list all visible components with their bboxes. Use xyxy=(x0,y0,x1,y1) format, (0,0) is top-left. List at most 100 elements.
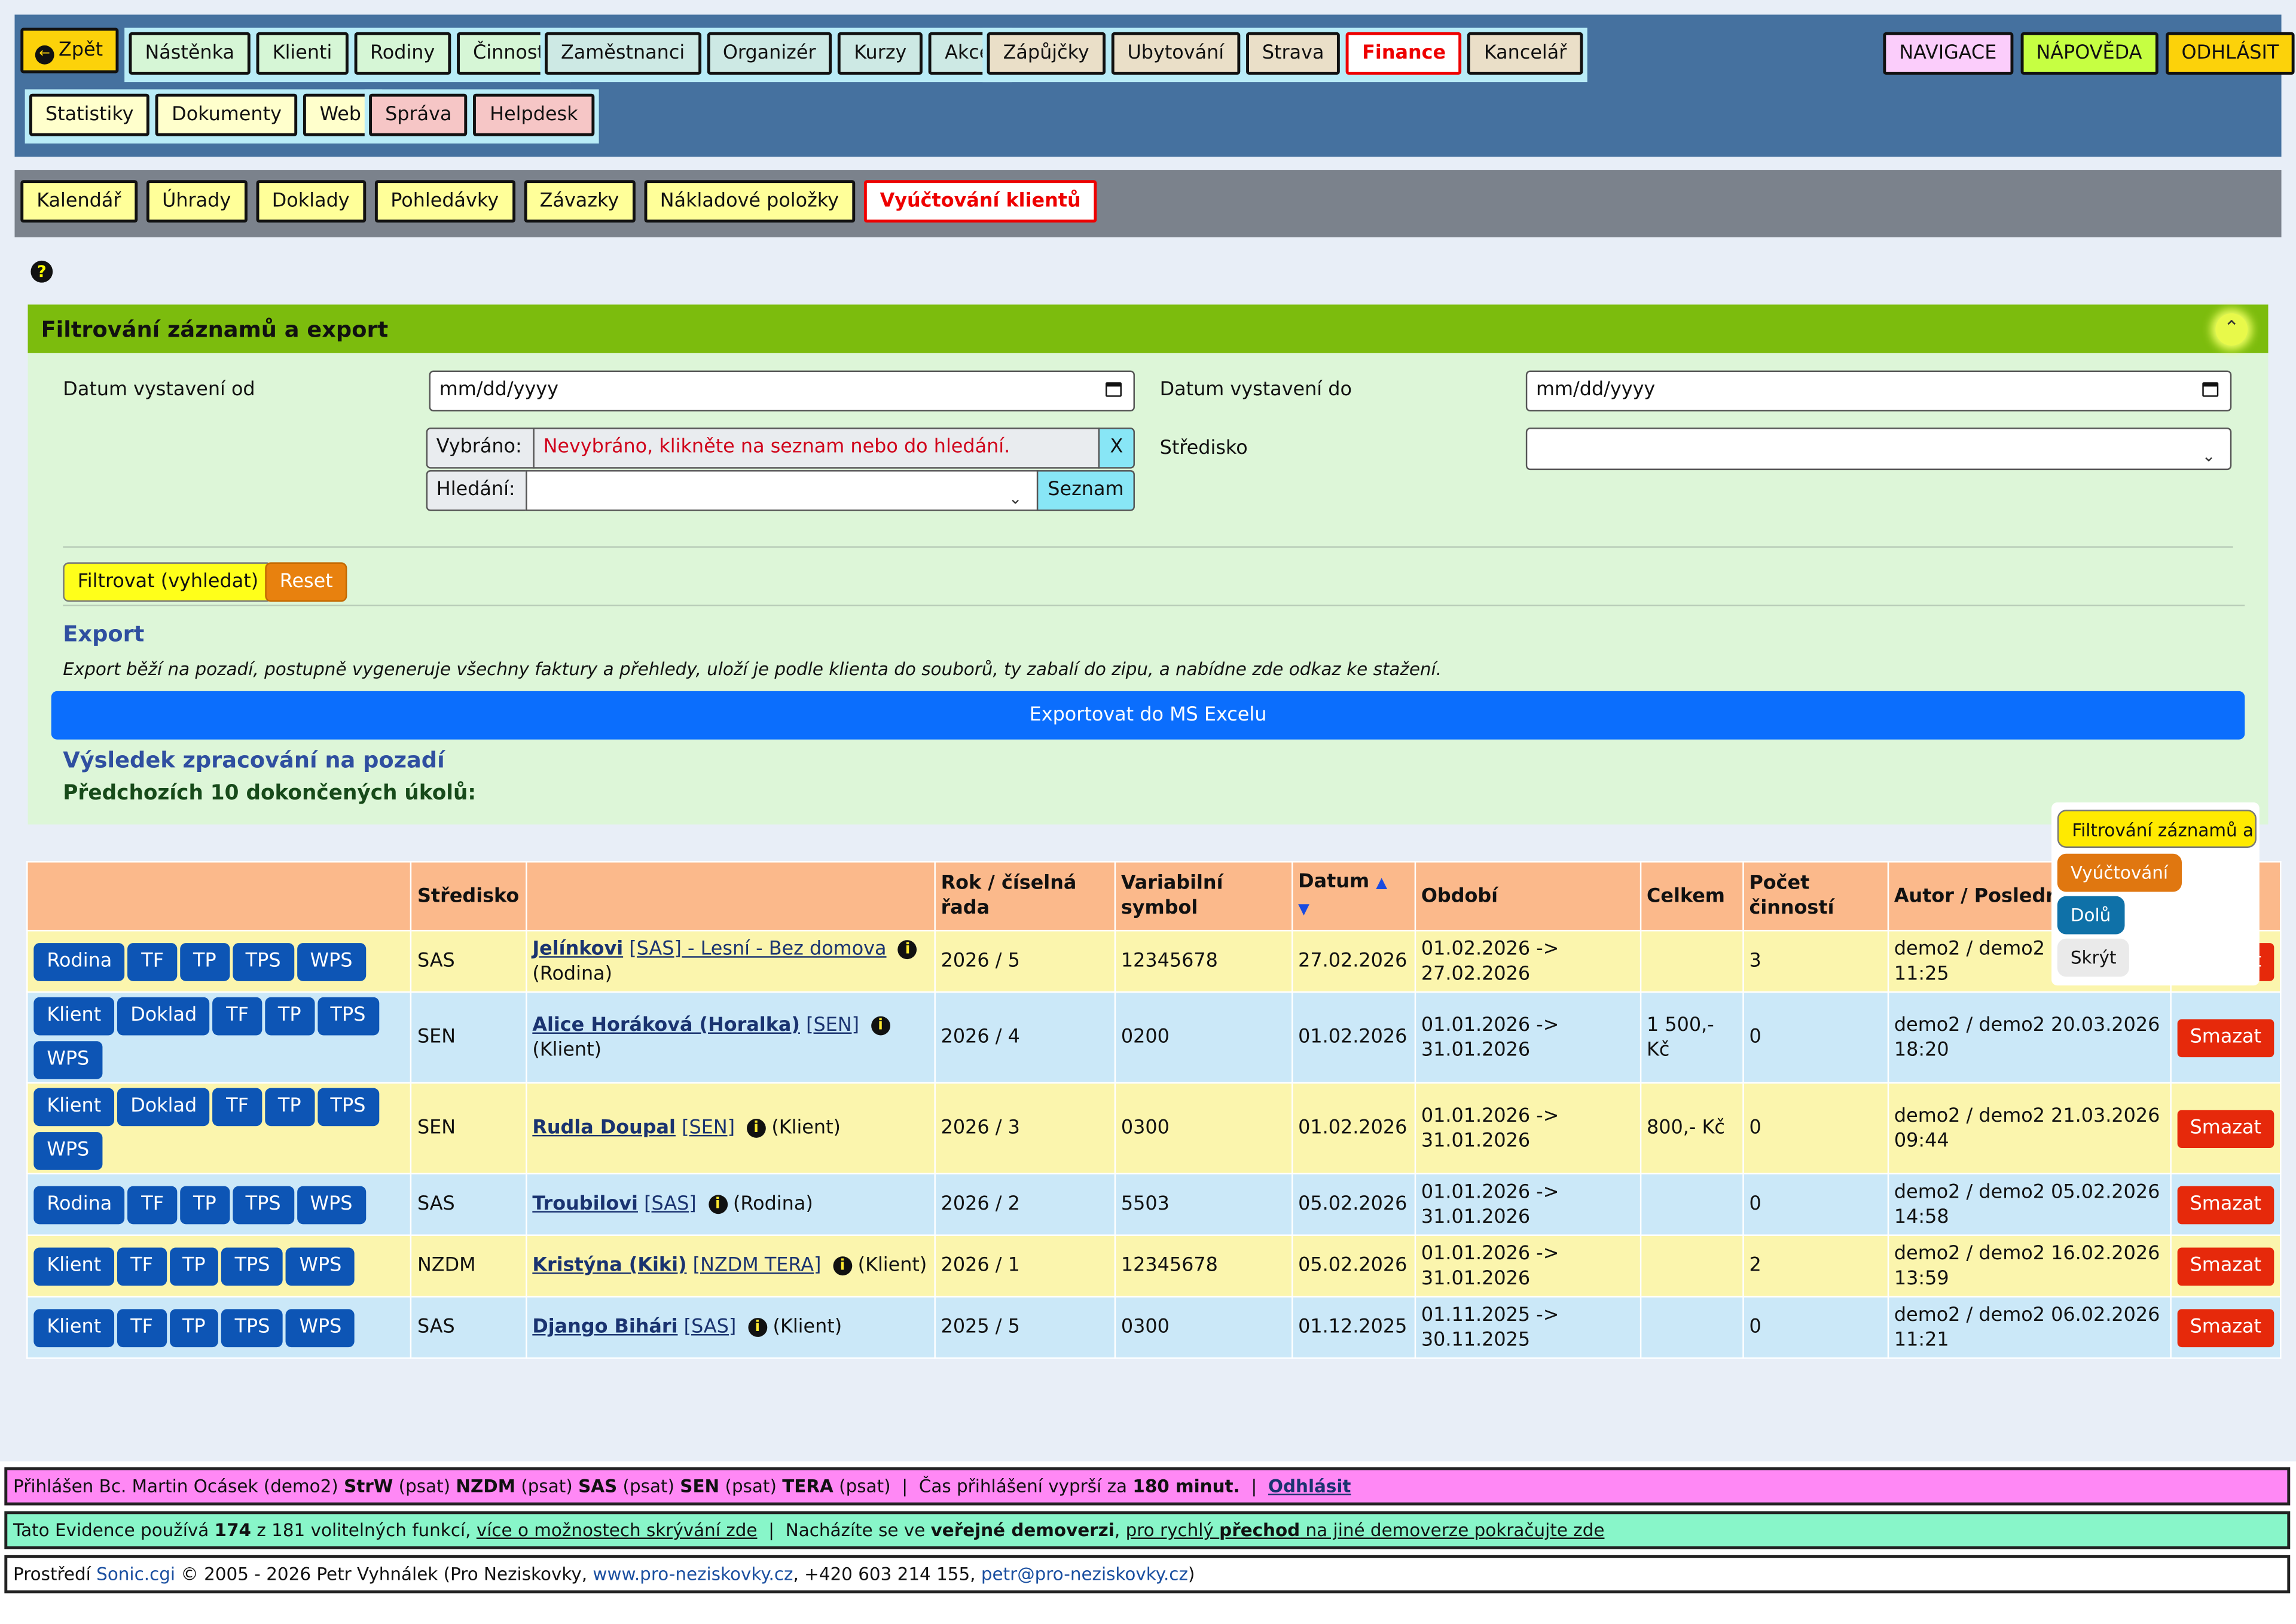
search-select[interactable]: ⌄ xyxy=(526,470,1039,511)
nav-kalendar-button[interactable]: Kalendář xyxy=(20,180,138,223)
row-doklad-button[interactable]: Doklad xyxy=(117,1087,210,1126)
col-activity-count[interactable]: Počet činností xyxy=(1742,861,1889,932)
website-link[interactable]: www.pro-neziskovky.cz xyxy=(593,1564,793,1585)
row-tf-button[interactable]: TF xyxy=(128,942,178,981)
col-total[interactable]: Celkem xyxy=(1639,861,1744,932)
nav-finance-button[interactable]: Finance xyxy=(1346,32,1463,75)
col-year-series[interactable]: Rok / číselná řada xyxy=(933,861,1116,932)
subject-link[interactable]: Rudla Doupal xyxy=(532,1118,676,1140)
calendar-icon[interactable] xyxy=(1105,382,1122,397)
logout-link[interactable]: Odhlásit xyxy=(1268,1476,1351,1497)
reset-button[interactable]: Reset xyxy=(265,562,348,602)
info-icon[interactable]: i xyxy=(747,1318,767,1337)
clear-selection-button[interactable]: X xyxy=(1098,428,1135,469)
app-link[interactable]: Sonic.cgi xyxy=(96,1564,175,1585)
row-wps-button[interactable]: WPS xyxy=(297,1185,366,1224)
row-tps-button[interactable]: TPS xyxy=(221,1247,283,1285)
row-tf-button[interactable]: TF xyxy=(213,996,262,1035)
subject-link[interactable]: Jelínkovi xyxy=(532,938,623,960)
subject-link[interactable]: Troubilovi xyxy=(532,1193,638,1216)
float-down-link[interactable]: Dolů xyxy=(2057,896,2124,935)
sort-up-icon[interactable]: ▲ xyxy=(1376,876,1387,892)
row-tp-button[interactable]: TP xyxy=(169,1247,219,1285)
row-klient-button[interactable]: Klient xyxy=(33,1087,115,1126)
nav-napoveda-button[interactable]: NÁPOVĚDA xyxy=(2020,32,2158,75)
subject-tag-link[interactable]: [SEN] xyxy=(682,1118,735,1140)
row-tps-button[interactable]: TPS xyxy=(232,1185,294,1224)
float-hide-link[interactable]: Skrýt xyxy=(2057,938,2130,977)
nav-navigace-button[interactable]: NAVIGACE xyxy=(1883,32,2013,75)
filter-button[interactable]: Filtrovat (vyhledat) xyxy=(63,562,273,602)
delete-button[interactable]: Smazat xyxy=(2176,1247,2275,1285)
subject-link[interactable]: Django Bihári xyxy=(532,1317,677,1339)
nav-zavazky-button[interactable]: Závazky xyxy=(523,180,636,223)
info-icon[interactable]: i xyxy=(708,1195,728,1214)
filter-header[interactable]: Filtrování záznamů a export ⌃ xyxy=(28,304,2268,353)
hiding-options-link[interactable]: více o možnostech skrývání zde xyxy=(477,1520,758,1540)
delete-button[interactable]: Smazat xyxy=(2176,1185,2275,1224)
subject-tag-link[interactable]: [SEN] xyxy=(806,1014,859,1036)
subject-link[interactable]: Kristýna (Kiki) xyxy=(532,1255,686,1277)
subject-tag-link[interactable]: [SAS] - Lesní - Bez domova xyxy=(629,938,886,960)
nav-dokumenty-button[interactable]: Dokumenty xyxy=(155,93,298,136)
row-tp-button[interactable]: TP xyxy=(179,942,230,981)
row-tf-button[interactable]: TF xyxy=(117,1308,166,1347)
sort-down-icon[interactable]: ▼ xyxy=(1298,902,1309,918)
col-period[interactable]: Období xyxy=(1413,861,1641,932)
nav-organizer-button[interactable]: Organizér xyxy=(706,32,832,75)
row-klient-button[interactable]: Klient xyxy=(33,1247,115,1285)
row-rodina-button[interactable]: Rodina xyxy=(33,942,126,981)
row-tp-button[interactable]: TP xyxy=(264,996,315,1035)
date-from-input[interactable]: mm/dd/yyyy xyxy=(429,370,1135,412)
nav-odhlasit-button[interactable]: ODHLÁSIT xyxy=(2165,32,2295,75)
row-tps-button[interactable]: TPS xyxy=(232,942,294,981)
nav-doklady-button[interactable]: Doklady xyxy=(255,180,366,223)
nav-pohledavky-button[interactable]: Pohledávky xyxy=(374,180,515,223)
row-wps-button[interactable]: WPS xyxy=(33,1131,103,1170)
row-wps-button[interactable]: WPS xyxy=(286,1247,355,1285)
delete-button[interactable]: Smazat xyxy=(2176,1109,2275,1147)
info-icon[interactable]: i xyxy=(871,1015,890,1035)
nav-sprava-button[interactable]: Správa xyxy=(369,93,468,136)
calendar-icon[interactable] xyxy=(2202,382,2219,397)
row-wps-button[interactable]: WPS xyxy=(297,942,366,981)
nav-kurzy-button[interactable]: Kurzy xyxy=(838,32,923,75)
help-icon[interactable]: ? xyxy=(30,260,53,283)
delete-button[interactable]: Smazat xyxy=(2176,1018,2275,1057)
delete-button[interactable]: Smazat xyxy=(2176,1308,2275,1347)
center-select[interactable]: ⌄ xyxy=(1525,428,2232,471)
nav-vyuctovani-klientu-button[interactable]: Vyúčtování klientů xyxy=(863,180,1097,223)
row-tps-button[interactable]: TPS xyxy=(317,1087,379,1126)
date-to-input[interactable]: mm/dd/yyyy xyxy=(1525,370,2232,412)
collapse-icon[interactable]: ⌃ xyxy=(2215,313,2248,346)
subject-tag-link[interactable]: [SAS] xyxy=(684,1317,737,1339)
subject-tag-link[interactable]: [NZDM TERA] xyxy=(693,1255,822,1277)
col-date[interactable]: Datum ▲ ▼ xyxy=(1290,861,1416,932)
nav-zapujcky-button[interactable]: Zápůjčky xyxy=(987,32,1106,75)
col-variable-symbol[interactable]: Variabilní symbol xyxy=(1113,861,1293,932)
nav-statistiky-button[interactable]: Statistiky xyxy=(29,93,150,136)
row-tf-button[interactable]: TF xyxy=(213,1087,262,1126)
export-excel-button[interactable]: Exportovat do MS Excelu xyxy=(51,691,2245,740)
row-tf-button[interactable]: TF xyxy=(117,1247,166,1285)
email-link[interactable]: petr@pro-neziskovky.cz xyxy=(981,1564,1188,1585)
info-icon[interactable]: i xyxy=(746,1119,766,1138)
switch-demo-link[interactable]: pro rychlý přechod na jiné demoverze pok… xyxy=(1126,1520,1605,1540)
float-billing-link[interactable]: Vyúčtování xyxy=(2057,853,2182,892)
nav-nastenka-button[interactable]: Nástěnka xyxy=(129,32,251,75)
info-icon[interactable]: i xyxy=(833,1256,852,1276)
row-tf-button[interactable]: TF xyxy=(128,1185,178,1224)
row-tp-button[interactable]: TP xyxy=(264,1087,315,1126)
col-center[interactable]: Středisko xyxy=(410,861,527,932)
back-button[interactable]: ← Zpět xyxy=(20,28,120,74)
row-rodina-button[interactable]: Rodina xyxy=(33,1185,126,1224)
nav-uhrady-button[interactable]: Úhrady xyxy=(146,180,248,223)
info-icon[interactable]: i xyxy=(898,939,917,958)
row-wps-button[interactable]: WPS xyxy=(286,1308,355,1347)
row-tp-button[interactable]: TP xyxy=(169,1308,219,1347)
row-tp-button[interactable]: TP xyxy=(179,1185,230,1224)
nav-zamestnanci-button[interactable]: Zaměstnanci xyxy=(545,32,701,75)
nav-klienti-button[interactable]: Klienti xyxy=(256,32,349,75)
nav-ubytovani-button[interactable]: Ubytování xyxy=(1111,32,1241,75)
row-doklad-button[interactable]: Doklad xyxy=(117,996,210,1035)
